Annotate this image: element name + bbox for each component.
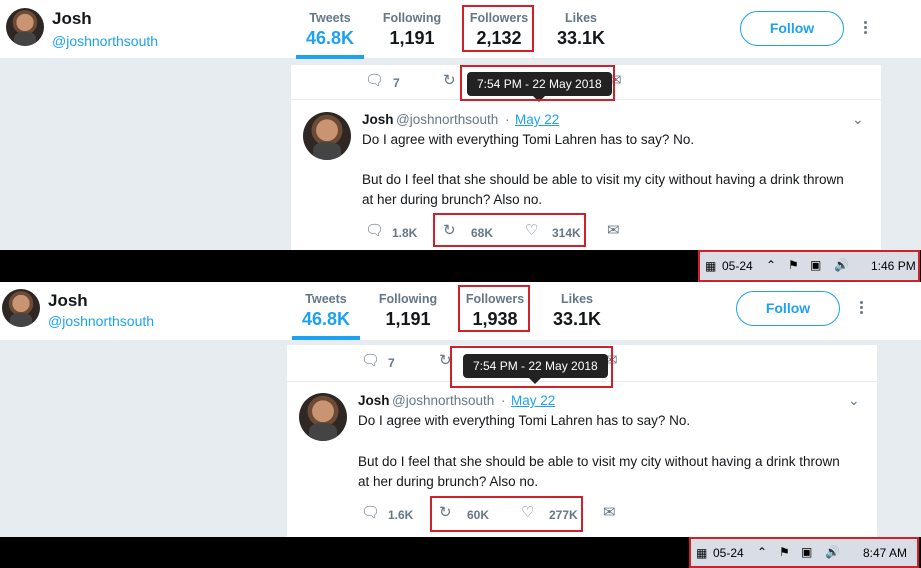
more-options-icon[interactable] [864,21,868,36]
stat-label: Likes [565,11,597,25]
envelope-icon[interactable]: ✉ [607,223,620,239]
stat-value: 1,191 [389,28,435,48]
tweet-text-line-1: Do I agree with everything Tomi Lahren h… [362,132,695,147]
profile-header: Josh @joshnorthsouth Tweets 46.8K Follow… [0,0,921,59]
stat-label: Tweets [309,11,351,25]
tweet-author-handle[interactable]: @joshnorthsouth [392,393,494,408]
separator-dot: · [501,393,506,408]
stat-following[interactable]: Following 1,191 [373,292,443,330]
chevron-down-icon[interactable]: ⌄ [852,111,864,128]
reply-count: 7 [393,76,400,90]
stat-label: Following [382,11,442,25]
stat-following[interactable]: Following 1,191 [377,11,447,49]
tweet-avatar[interactable] [299,393,347,441]
highlight-followers [458,285,530,332]
stat-value: 33.1K [552,309,602,329]
more-options-icon[interactable] [860,301,864,316]
stat-likes[interactable]: Likes 33.1K [547,11,615,49]
tweet-text-line-3: at her during brunch? Also no. [358,474,539,489]
reply-count: 1.6K [388,508,414,522]
tweet-timestamp[interactable]: May 22 [515,112,559,127]
highlight-timestamp [450,346,613,388]
envelope-icon[interactable]: ✉ [603,505,616,521]
tweet-timestamp[interactable]: May 22 [511,393,555,408]
stat-value: 33.1K [556,28,606,48]
reply-count: 7 [388,356,395,370]
highlight-engagement [430,496,583,532]
follow-button[interactable]: Follow [740,11,844,46]
reply-icon[interactable]: 🗨 [361,353,380,369]
highlight-timestamp [460,65,615,101]
stat-tweets[interactable]: Tweets 46.8K [296,11,364,49]
stat-tweets[interactable]: Tweets 46.8K [292,292,360,330]
stat-label: Following [378,292,438,306]
stat-likes[interactable]: Likes 33.1K [543,292,611,330]
retweet-icon[interactable]: ↻ [443,73,456,89]
tweet-text-line-2: But do I feel that she should be able to… [358,454,840,469]
follow-button[interactable]: Follow [736,291,840,326]
profile-name[interactable]: Josh [52,9,92,29]
stat-value: 1,191 [385,309,431,329]
chevron-down-icon[interactable]: ⌄ [848,392,860,409]
separator-dot: · [505,112,510,127]
highlight-taskbar [689,537,919,568]
active-tab-underline [292,336,360,340]
stat-value: 46.8K [305,28,355,48]
tweet-text-line-2: But do I feel that she should be able to… [362,172,844,187]
avatar[interactable] [6,8,44,46]
tweet-author-handle[interactable]: @joshnorthsouth [396,112,498,127]
tweet-author-name[interactable]: Josh [362,112,394,127]
stat-label: Likes [561,292,593,306]
reply-count: 1.8K [392,226,418,240]
stat-value: 46.8K [301,309,351,329]
tweet-text-line-1: Do I agree with everything Tomi Lahren h… [358,413,691,428]
reply-icon[interactable]: 🗨 [365,73,384,89]
profile-handle[interactable]: @joshnorthsouth [52,33,158,49]
highlight-engagement [433,213,586,247]
tweet-avatar[interactable] [303,112,351,160]
stat-label: Tweets [305,292,347,306]
highlight-followers [462,5,534,52]
active-tab-underline [296,55,364,59]
tweet-text-line-3: at her during brunch? Also no. [362,192,543,207]
profile-handle[interactable]: @joshnorthsouth [48,313,154,329]
highlight-taskbar [698,250,920,282]
reply-icon[interactable]: 🗨 [361,505,380,521]
profile-name[interactable]: Josh [48,291,88,311]
avatar[interactable] [2,289,40,327]
reply-icon[interactable]: 🗨 [365,223,384,239]
tweet-author-name[interactable]: Josh [358,393,390,408]
